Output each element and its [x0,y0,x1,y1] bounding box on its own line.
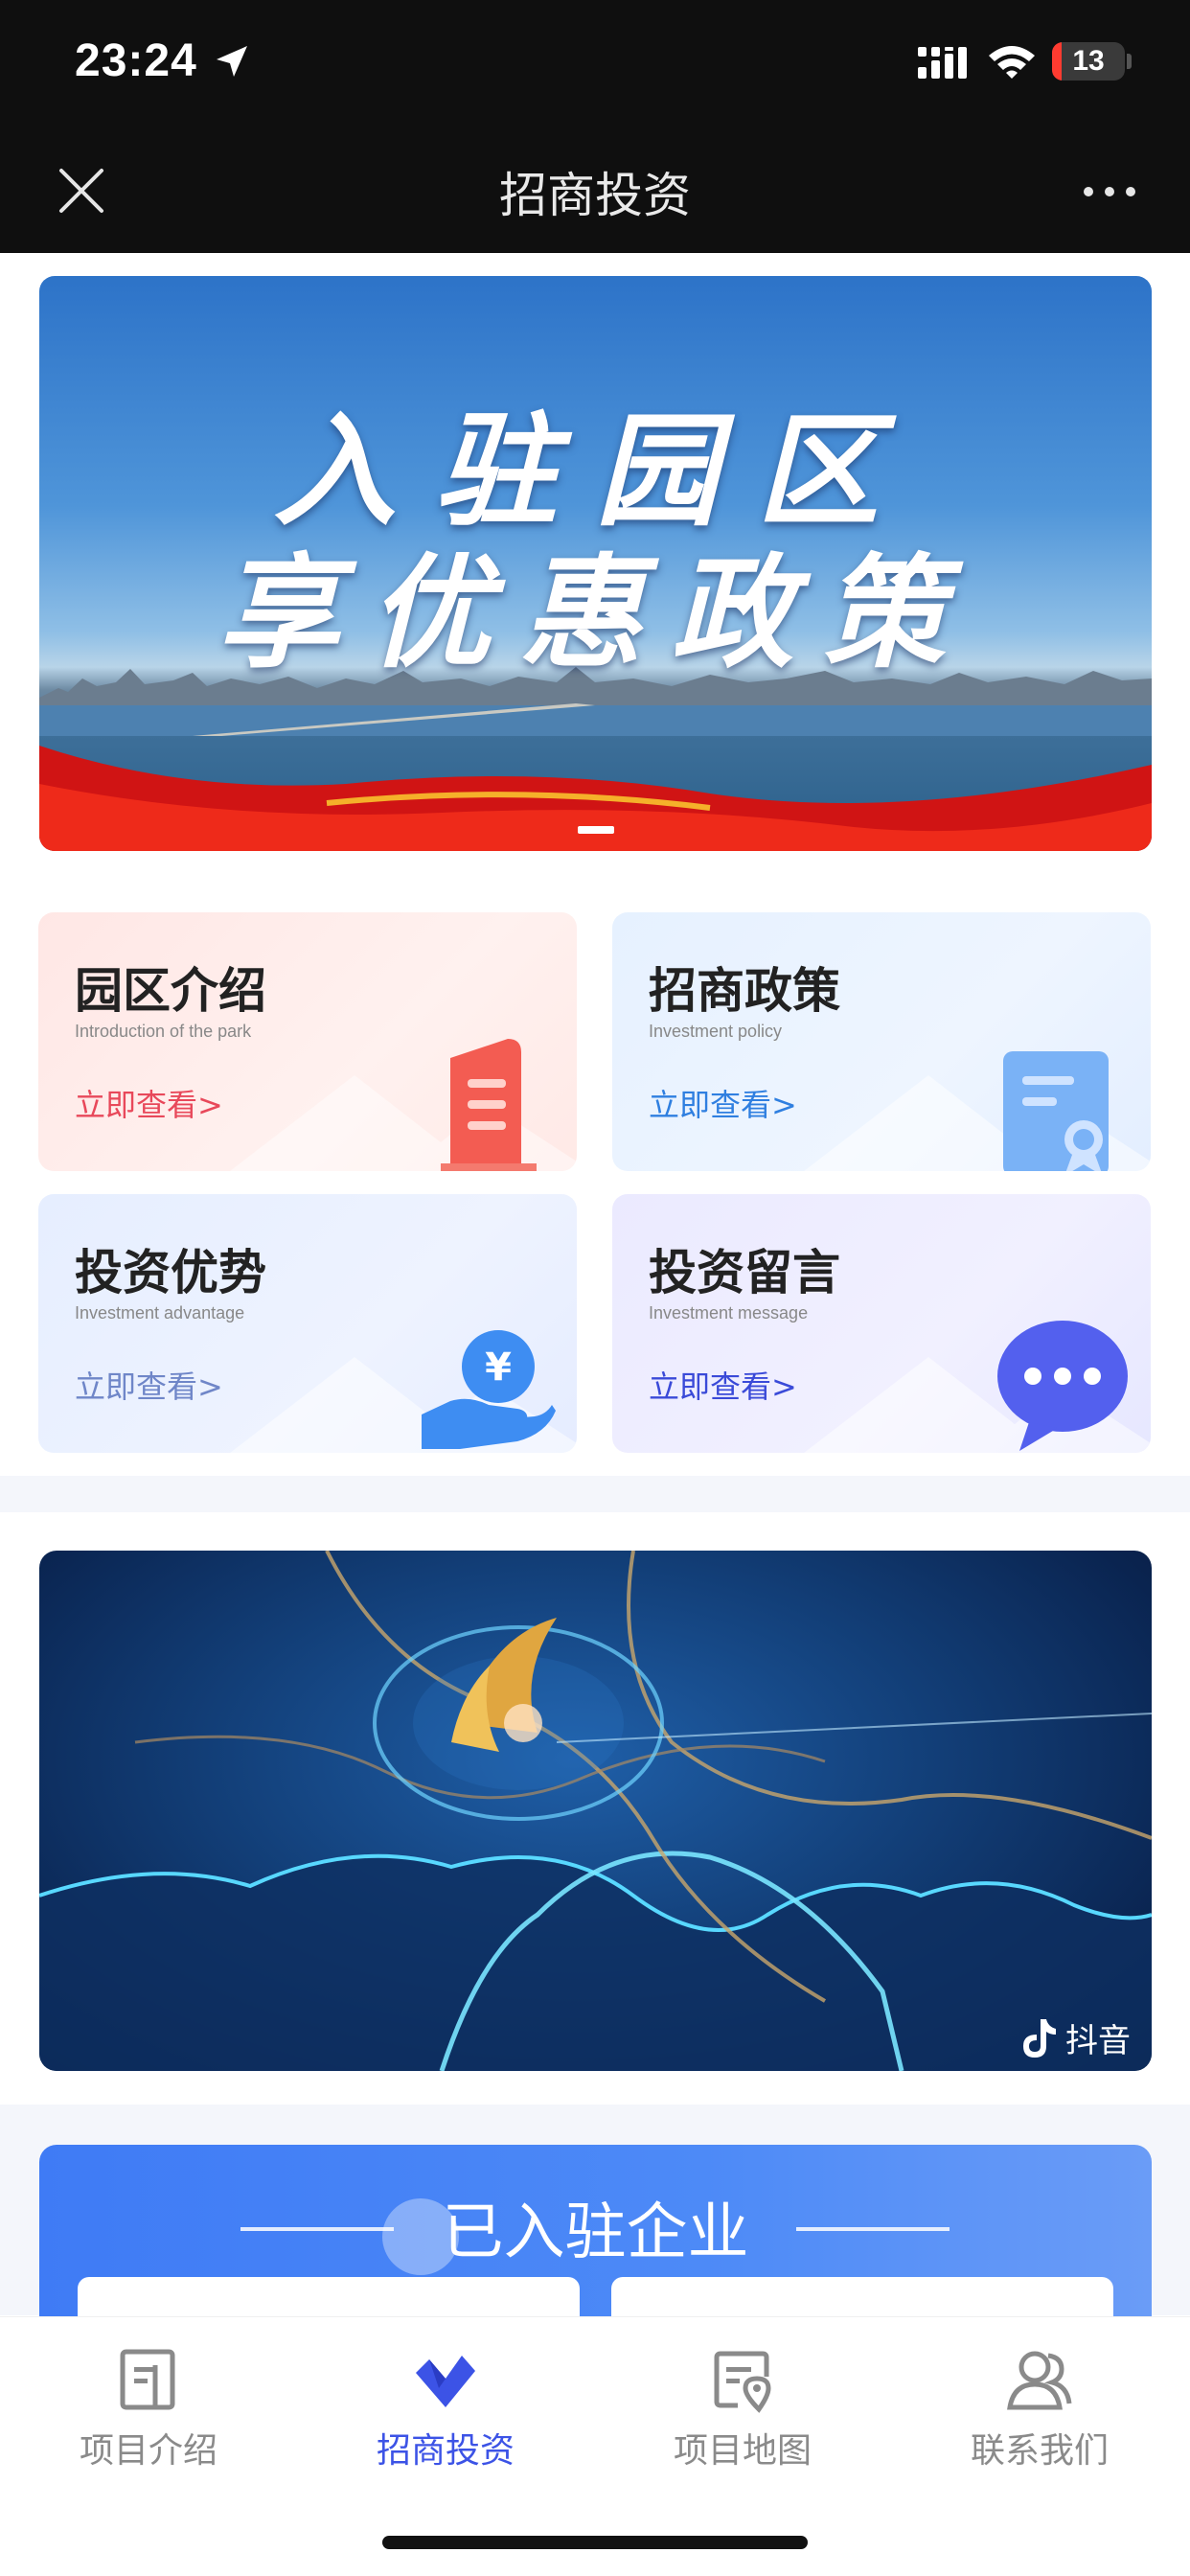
douyin-icon [1023,2018,1056,2058]
tab-label: 项目地图 [673,2431,812,2471]
contacts-icon [1007,2351,1072,2410]
card-investment-policy[interactable]: 招商政策 Investment policy 立即查看> [612,912,1151,1171]
page-title: 招商投资 [499,168,691,223]
card-title: 投资优势 [75,1245,266,1300]
card-view-link[interactable]: 立即查看> [649,1081,797,1125]
card-investment-message[interactable]: 投资留言 Investment message 立即查看> [612,1194,1151,1453]
douyin-label: 抖音 [1065,2022,1131,2060]
tab-project-map[interactable]: 项目地图 [594,2346,891,2472]
map-video-frame [39,1551,1152,2071]
card-subtitle: Investment message [649,1303,809,1322]
more-icon[interactable] [1081,182,1138,201]
tab-label: 联系我们 [970,2431,1109,2471]
card-view-link[interactable]: 立即查看> [649,1363,797,1407]
battery-level: 13 [1072,45,1105,77]
promo-video[interactable]: 抖音 [39,1551,1152,2071]
status-time: 23:24 [75,35,197,86]
battery-charging-icon: 13 [1052,42,1125,80]
card-subtitle: Introduction of the park [75,1022,252,1041]
certificate-icon [1003,1051,1109,1171]
tab-project-intro[interactable]: 项目介绍 [0,2346,297,2472]
status-bar: 23:24 13 [0,0,1190,134]
chat-bubble-icon [997,1321,1128,1451]
douyin-watermark: 抖音 [1019,2014,1131,2061]
card-subtitle: Investment advantage [75,1303,245,1322]
banner-carousel[interactable]: 入驻园区 享优惠政策 [39,276,1152,851]
card-park-intro[interactable]: 园区介绍 Introduction of the park 立即查看> [38,912,577,1171]
svg-text:¥: ¥ [485,1346,512,1390]
home-indicator[interactable] [382,2536,808,2549]
card-view-link[interactable]: 立即查看> [75,1363,223,1407]
carousel-indicator [578,826,614,834]
map-pin-icon [714,2351,771,2413]
card-investment-advantage[interactable]: 投资优势 Investment advantage 立即查看> ¥ [38,1194,577,1453]
nav-bar: 招商投资 [0,134,1190,253]
enterprises-title: 已入驻企业 [442,2197,749,2268]
tab-label: 招商投资 [376,2431,515,2471]
document-icon [441,1039,537,1171]
cellular-signal-icon [918,47,967,79]
tab-contact-us[interactable]: 联系我们 [891,2346,1188,2472]
section-divider [0,1476,1190,1512]
card-subtitle: Investment policy [649,1022,783,1041]
investment-icon [416,2356,475,2407]
card-view-link[interactable]: 立即查看> [75,1081,223,1125]
location-arrow-icon [217,46,247,77]
card-title: 园区介绍 [75,963,266,1019]
card-title: 投资留言 [649,1245,840,1300]
banner-headline-line2: 享优惠政策 [217,541,974,685]
yuan-hand-icon: ¥ [422,1330,556,1449]
project-doc-icon [120,2349,175,2410]
battery-tip [1127,54,1132,69]
tab-label: 项目介绍 [79,2431,217,2471]
card-title: 招商政策 [649,963,840,1019]
tab-investment[interactable]: 招商投资 [297,2346,594,2472]
wifi-icon [989,46,1035,79]
